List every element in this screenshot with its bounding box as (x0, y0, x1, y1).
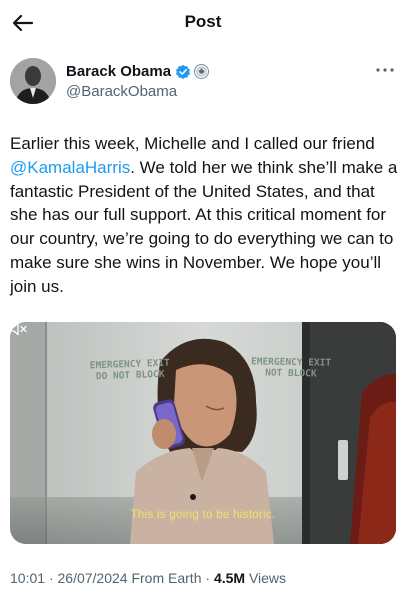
name-row: Barack Obama (66, 63, 210, 80)
post-time[interactable]: 10:01 (10, 570, 45, 586)
exit-sign-left: EMERGENCY EXIT DO NOT BLOCK (84, 357, 177, 383)
more-options-icon[interactable] (374, 64, 396, 76)
post-date[interactable]: 26/07/2024 (58, 570, 128, 586)
top-bar: Post (0, 0, 406, 46)
post-text: Earlier this week, Michelle and I called… (10, 132, 398, 299)
views-label: Views (248, 570, 287, 586)
mute-icon[interactable] (10, 322, 28, 336)
page-title: Post (184, 12, 222, 31)
post-location: From Earth (131, 570, 202, 586)
video-caption: This is going to be historic. (130, 509, 276, 521)
video-player[interactable]: EMERGENCY EXIT DO NOT BLOCK EMERGENCY EX… (10, 322, 396, 544)
post-text-part: Earlier this week, Michelle and I called… (10, 134, 375, 153)
post-author: Barack Obama @BarackObama (10, 58, 396, 106)
separator: · (48, 570, 54, 586)
verified-badge-icon (176, 64, 191, 79)
post-metadata: 10:01 · 26/07/2024 From Earth · 4.5M Vie… (10, 570, 286, 586)
views-count: 4.5M (213, 570, 246, 586)
post-text-part: . We told her we think she’ll make a fan… (10, 157, 398, 296)
avatar-image (10, 58, 56, 104)
author-handle[interactable]: @BarackObama (66, 83, 177, 100)
sign-text: EMERGENCY EXIT (250, 356, 332, 369)
government-seal-icon (194, 64, 210, 79)
avatar[interactable] (10, 58, 56, 104)
sign-text: NOT BLOCK (265, 367, 317, 380)
separator: · (205, 570, 211, 586)
mention-link[interactable]: @KamalaHarris (10, 158, 130, 177)
author-name[interactable]: Barack Obama (66, 63, 171, 80)
exit-sign-right: EMERGENCY EXIT NOT BLOCK (250, 356, 332, 379)
